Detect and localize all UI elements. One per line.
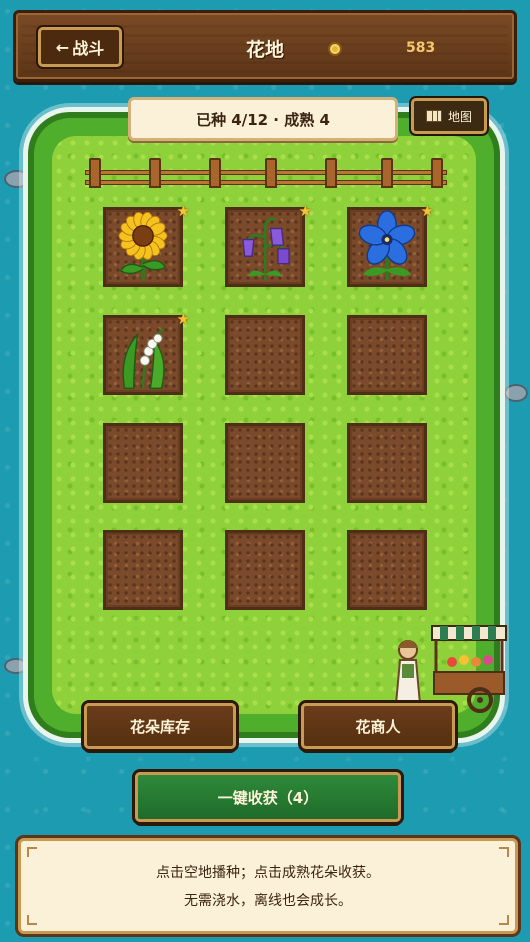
sea-rock: [504, 384, 528, 402]
map-icon: [425, 110, 442, 122]
harvest-all-label: 一键收获（4）: [217, 788, 319, 807]
harvest-all-button[interactable]: 一键收获（4）: [135, 772, 401, 822]
sea-rock: [4, 658, 28, 674]
hint-line-1: 点击空地播种；点击成熟花朵收获。: [156, 865, 380, 881]
mature-star-icon: ★: [420, 202, 434, 220]
flower-merchant-button[interactable]: 花商人: [301, 703, 455, 749]
sea-rock: [4, 170, 30, 188]
top-bar: ← 战斗 花地 583: [13, 10, 517, 82]
flower-plot-blue-star-flower[interactable]: ★: [347, 202, 434, 287]
mature-star-icon: ★: [176, 310, 190, 328]
mature-star-icon: ★: [176, 202, 190, 220]
page-title: 花地: [245, 39, 284, 61]
empty-plot[interactable]: [347, 423, 427, 503]
empty-plot[interactable]: [225, 315, 305, 395]
flower-merchant-label: 花商人: [355, 717, 401, 736]
hint-line-2: 无需浇水，离线也会成长。: [184, 893, 352, 909]
hint-panel: 点击空地播种；点击成熟花朵收获。 无需浇水，离线也会成长。: [18, 838, 518, 934]
coin-count: 583: [406, 40, 436, 56]
empty-plot[interactable]: [225, 423, 305, 503]
empty-plot[interactable]: [225, 530, 305, 610]
flower-inventory-button[interactable]: 花朵库存: [84, 703, 236, 749]
flower-plot-sunflower[interactable]: ★: [103, 202, 190, 287]
wooden-fence: [85, 158, 447, 192]
map-button-label: 地图: [447, 109, 472, 124]
flower-inventory-label: 花朵库存: [129, 717, 190, 736]
empty-plot[interactable]: [103, 530, 183, 610]
map-button[interactable]: 地图: [411, 98, 487, 134]
flower-plot-lily-of-the-valley[interactable]: ★: [103, 310, 190, 395]
flower-plot-bellflower[interactable]: ★: [225, 202, 312, 287]
mature-star-icon: ★: [298, 202, 312, 220]
empty-plot[interactable]: [347, 530, 427, 610]
planting-status: 已种 4/12 · 成熟 4: [128, 97, 398, 141]
empty-plot[interactable]: [347, 315, 427, 395]
coin-icon: [328, 42, 342, 56]
empty-plot[interactable]: [103, 423, 183, 503]
